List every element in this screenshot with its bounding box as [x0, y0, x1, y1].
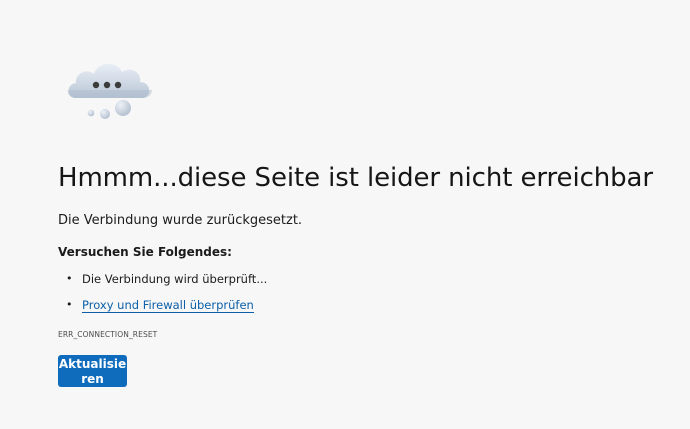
- error-code: ERR_CONNECTION_RESET: [58, 330, 158, 339]
- check-proxy-firewall-link[interactable]: Proxy und Firewall überprüfen: [82, 298, 254, 313]
- list-item: • Proxy und Firewall überprüfen: [58, 297, 267, 313]
- suggestions-list: • Die Verbindung wird überprüft... • Pro…: [58, 271, 267, 313]
- refresh-button[interactable]: Aktualisieren: [58, 355, 127, 387]
- error-page: Hmmm...diese Seite ist leider nicht erre…: [0, 0, 690, 429]
- suggestion-checking-connection: Die Verbindung wird überprüft...: [82, 272, 268, 286]
- suggestions-heading: Versuchen Sie Folgendes:: [58, 245, 232, 259]
- error-description: Die Verbindung wurde zurückgesetzt.: [58, 213, 303, 228]
- list-item: • Die Verbindung wird überprüft...: [58, 271, 267, 287]
- bullet-icon: •: [66, 298, 73, 311]
- thinking-cloud-icon: [67, 63, 152, 119]
- page-title: Hmmm...diese Seite ist leider nicht erre…: [58, 163, 653, 193]
- bullet-icon: •: [66, 272, 73, 285]
